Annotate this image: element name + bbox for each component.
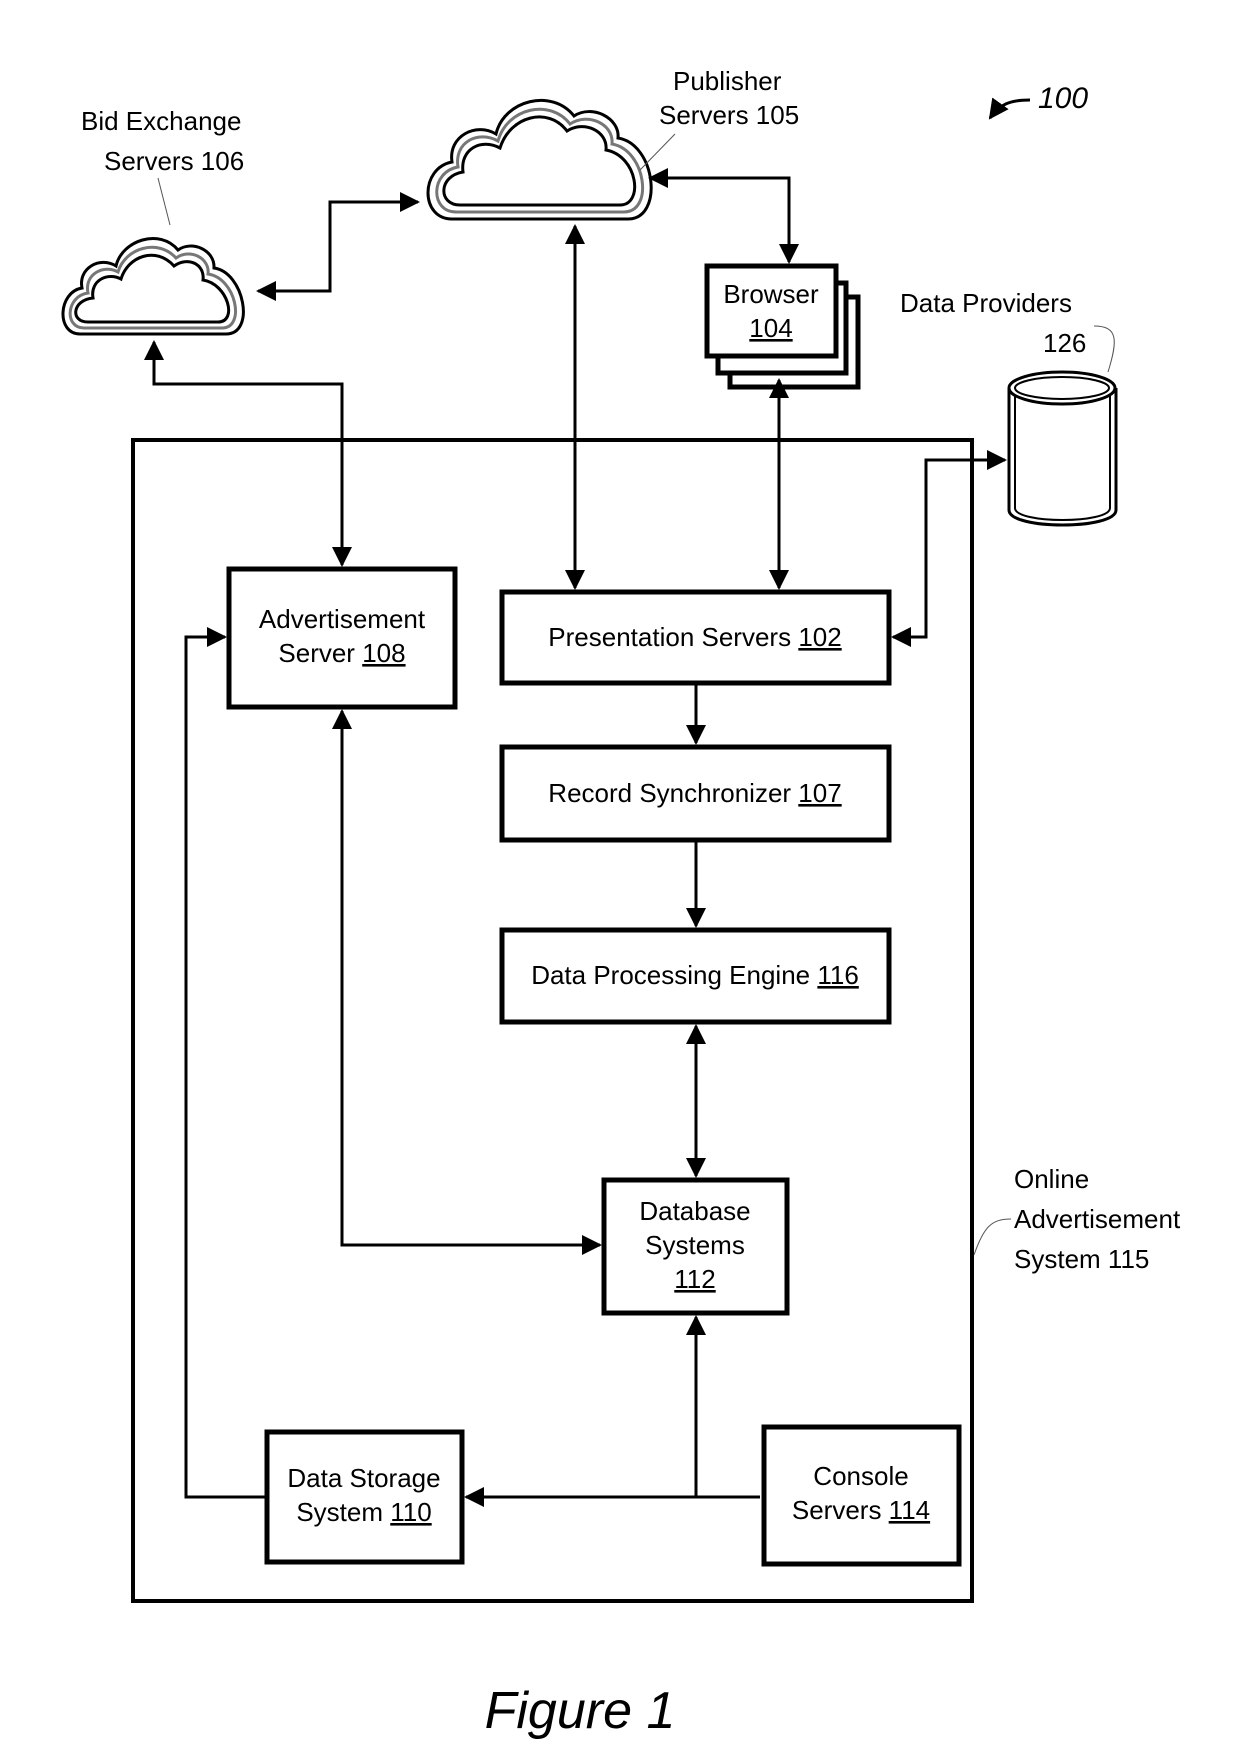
browser-number: 104: [749, 313, 792, 343]
publisher-cloud-icon[interactable]: [426, 98, 653, 221]
record-synchronizer-number: 107: [798, 778, 841, 808]
publisher-label-line1: Publisher: [673, 66, 782, 96]
figure-reference-number: 100: [1038, 82, 1088, 115]
database-systems-label-line1: Database: [639, 1196, 750, 1226]
data-providers-label: Data Providers: [900, 288, 1072, 318]
presentation-servers-label: Presentation Servers 102: [548, 622, 841, 652]
connector-storage-adserver: [184, 627, 267, 1499]
system-label-line1: Online: [1014, 1164, 1089, 1194]
figure-caption: Figure 1: [485, 1682, 676, 1740]
data-storage-number: 110: [390, 1497, 431, 1527]
data-providers-number: 126: [1043, 328, 1086, 358]
connector-bid-publisher: [256, 192, 420, 301]
system-label-line2: Advertisement: [1014, 1204, 1181, 1234]
connector-console-database: [686, 1315, 760, 1499]
publisher-label-line2: Servers 105: [659, 100, 799, 130]
advertisement-server-label-line2: Server 108: [278, 638, 405, 668]
connector-publisher-browser: [648, 168, 799, 264]
console-servers-label-line1: Console: [813, 1461, 908, 1491]
advertisement-server-label-line1: Advertisement: [259, 604, 426, 634]
data-processing-engine-number: 116: [817, 960, 858, 990]
data-providers-database-icon[interactable]: [1007, 370, 1118, 527]
system-leader-line: [973, 1218, 1012, 1256]
publisher-leader-line: [639, 133, 676, 171]
connector-bid-adserver: [144, 340, 352, 567]
reference-arrow-icon: [988, 97, 1031, 120]
database-systems-label-line2: Systems: [645, 1230, 745, 1260]
connector-dataproviders-presentation: [891, 450, 1007, 647]
data-processing-engine-label: Data Processing Engine 116: [531, 960, 859, 990]
system-diagram: Bid Exchange Servers 106 Publisher Serve…: [61, 66, 1181, 1740]
record-synchronizer-label: Record Synchronizer 107: [548, 778, 841, 808]
presentation-servers-number: 102: [798, 622, 841, 652]
browser-label: Browser: [723, 279, 819, 309]
data-storage-label-line1: Data Storage: [287, 1463, 440, 1493]
advertisement-server-number: 108: [362, 638, 405, 668]
data-providers-leader-line: [1093, 325, 1115, 373]
bid-exchange-cloud-icon[interactable]: [61, 237, 245, 336]
bid-exchange-label-line2: Servers 106: [104, 146, 244, 176]
database-systems-number: 112: [674, 1264, 715, 1294]
console-servers-number: 114: [889, 1495, 930, 1525]
bid-exchange-leader-line: [157, 177, 171, 226]
bid-exchange-label-line1: Bid Exchange: [81, 106, 241, 136]
data-storage-label-line2: System 110: [296, 1497, 431, 1527]
system-label-line3: System 115: [1014, 1244, 1149, 1274]
console-servers-label-line2: Servers 114: [792, 1495, 930, 1525]
